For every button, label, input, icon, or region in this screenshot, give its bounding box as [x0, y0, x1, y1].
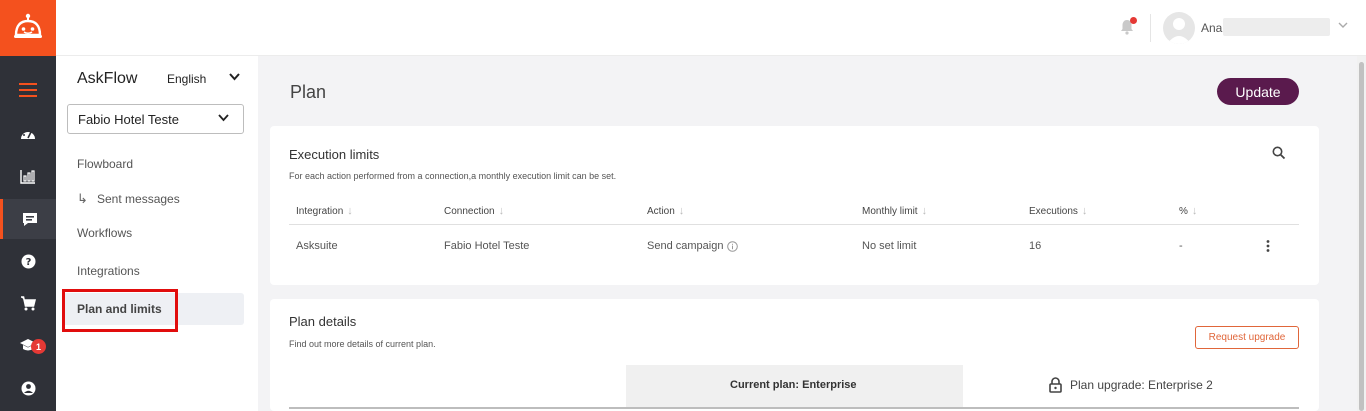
column-label: % — [1179, 205, 1188, 217]
column-label: Integration — [296, 205, 344, 217]
plan-details-card: Plan details Find out more details of cu… — [270, 299, 1319, 411]
table-header-divider — [289, 224, 1299, 225]
cell-connection: Fabio Hotel Teste — [444, 240, 529, 252]
rail-item-askflow[interactable] — [0, 199, 56, 239]
execution-limits-subtitle: For each action performed from a connect… — [289, 171, 617, 181]
execution-limits-title: Execution limits — [289, 147, 380, 162]
hotel-select[interactable]: Fabio Hotel Teste — [67, 104, 244, 134]
sidebar-item-workflows[interactable]: Workflows — [77, 226, 132, 240]
rail-item-account[interactable] — [0, 368, 56, 408]
cell-integration: Asksuite — [296, 240, 338, 252]
column-label: Connection — [444, 205, 495, 217]
cell-monthly-limit: No set limit — [862, 240, 916, 252]
request-upgrade-button[interactable]: Request upgrade — [1195, 326, 1299, 349]
plan-details-subtitle: Find out more details of current plan. — [289, 339, 436, 349]
cell-text: 16 — [1029, 240, 1042, 252]
cart-icon — [21, 295, 36, 310]
sort-arrow-icon: ↓ — [1191, 205, 1198, 217]
column-header-integration[interactable]: Integration ↓ — [296, 205, 353, 217]
account-icon — [21, 381, 35, 395]
column-header-monthly-limit[interactable]: Monthly limit ↓ — [862, 205, 927, 217]
cell-text: Send campaign — [647, 240, 724, 252]
update-button[interactable]: Update — [1217, 78, 1299, 105]
plan-table-divider — [289, 407, 1299, 409]
cell-text: Fabio Hotel Teste — [444, 240, 530, 252]
cell-action: Send campaign — [647, 240, 739, 252]
sidebar-item-integrations[interactable]: Integrations — [77, 264, 140, 278]
page-scrollbar[interactable] — [1357, 56, 1366, 411]
avatar[interactable] — [1163, 12, 1195, 44]
lock-icon — [1049, 377, 1062, 393]
left-rail: ? 1 — [0, 0, 56, 411]
rail-item-dashboard[interactable] — [0, 113, 56, 153]
column-header-executions[interactable]: Executions ↓ — [1029, 205, 1087, 217]
bot-logo-icon — [14, 13, 42, 38]
cell-text: Asksuite — [296, 240, 338, 252]
chevron-down-icon[interactable] — [229, 73, 240, 81]
scrollbar-thumb[interactable] — [1359, 62, 1364, 411]
page-title: Plan — [290, 82, 327, 102]
sub-item-arrow-icon: ↳ — [77, 191, 88, 206]
chevron-down-icon — [218, 114, 229, 122]
cell-executions: 16 — [1029, 240, 1041, 252]
rail-item-store[interactable] — [0, 283, 56, 323]
chevron-down-icon[interactable] — [1338, 22, 1348, 29]
rail-item-analytics[interactable] — [0, 156, 56, 196]
page-header: Plan Update — [270, 66, 1319, 116]
search-icon[interactable] — [1272, 146, 1286, 160]
notification-dot — [1130, 17, 1137, 24]
language-select[interactable]: English — [167, 72, 206, 86]
column-label: Executions — [1029, 205, 1078, 217]
user-name-redacted — [1223, 18, 1330, 36]
column-header-action[interactable]: Action ↓ — [647, 205, 684, 217]
help-icon: ? — [21, 254, 35, 268]
plan-details-title: Plan details — [289, 314, 357, 329]
more-vert-icon[interactable] — [1265, 239, 1271, 253]
divider — [1150, 14, 1151, 42]
current-plan-column: Current plan: Enterprise — [626, 365, 963, 409]
rail-item-learning[interactable]: 1 — [0, 325, 56, 365]
top-bar: Ana — [56, 0, 1366, 56]
sort-arrow-icon: ↓ — [498, 205, 505, 217]
menu-button[interactable] — [0, 70, 56, 110]
rail-item-help[interactable]: ? — [0, 241, 56, 281]
cell-text: - — [1179, 240, 1183, 252]
current-plan-label: Current plan: Enterprise — [730, 379, 857, 391]
user-avatar-icon — [1167, 18, 1191, 44]
dashboard-icon — [21, 128, 35, 139]
secondary-sidebar: AskFlow English Fabio Hotel Teste Flowbo… — [56, 56, 258, 411]
info-icon[interactable] — [727, 240, 739, 252]
hotel-select-value: Fabio Hotel Teste — [78, 112, 179, 127]
cell-text: No set limit — [862, 240, 917, 252]
user-name[interactable]: Ana — [1201, 21, 1222, 35]
column-header-connection[interactable]: Connection ↓ — [444, 205, 504, 217]
highlight-annotation — [62, 289, 178, 332]
app-name: AskFlow — [77, 70, 138, 87]
plan-upgrade-label: Plan upgrade: Enterprise 2 — [1070, 378, 1213, 392]
notification-badge: 1 — [31, 339, 46, 354]
chat-icon — [22, 212, 37, 226]
menu-icon — [19, 83, 37, 97]
column-label: Action — [647, 205, 675, 217]
cell-percent: - — [1179, 240, 1183, 252]
sidebar-item-sent-messages[interactable]: Sent messages — [97, 192, 180, 206]
sort-arrow-icon: ↓ — [347, 205, 353, 217]
execution-limits-card: Execution limits For each action perform… — [270, 126, 1319, 285]
sort-arrow-icon: ↓ — [1081, 205, 1088, 217]
sort-arrow-icon: ↓ — [921, 205, 928, 217]
chart-icon — [20, 169, 35, 184]
sidebar-item-flowboard[interactable]: Flowboard — [77, 157, 133, 171]
column-header-percent[interactable]: % ↓ — [1179, 205, 1197, 217]
plan-upgrade-column: Plan upgrade: Enterprise 2 — [1049, 377, 1213, 393]
sort-arrow-icon: ↓ — [678, 205, 685, 217]
column-label: Monthly limit — [862, 205, 918, 217]
svg-text:?: ? — [25, 257, 31, 268]
app-logo[interactable] — [0, 0, 56, 56]
